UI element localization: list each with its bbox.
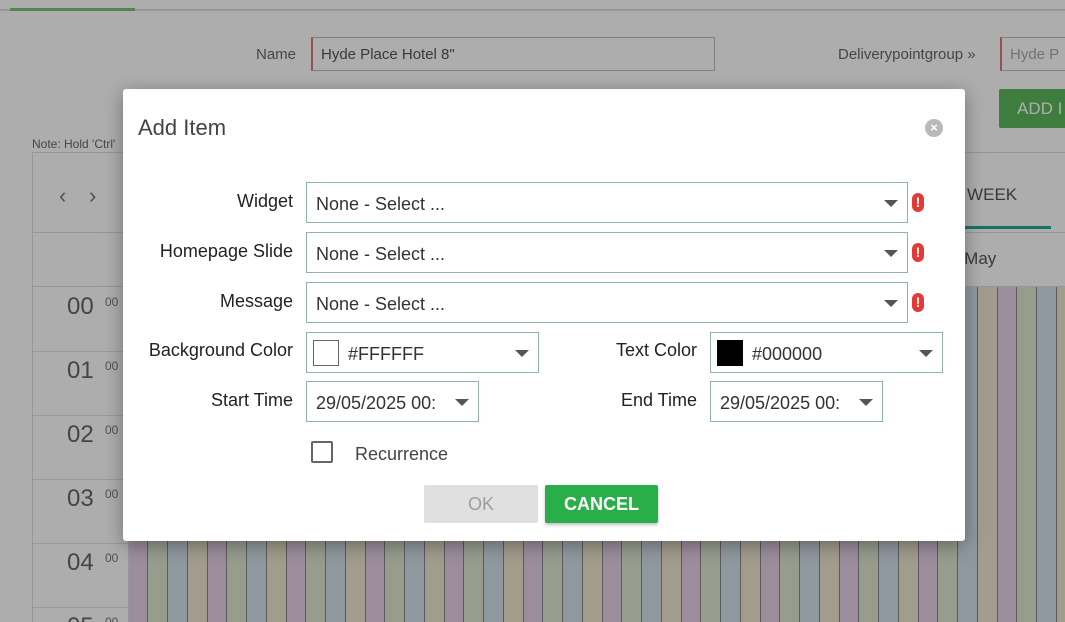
dialog-title: Add Item [138,115,227,140]
required-icon: ! [912,243,924,262]
chevron-down-icon [455,399,469,406]
chevron-down-icon [515,350,529,357]
add-item-dialog: Add Item × Widget None - Select ... ! Ho… [123,89,965,541]
start-time-picker[interactable]: 29/05/2025 00: [306,381,479,422]
chevron-down-icon [884,200,898,207]
required-icon: ! [912,293,924,312]
widget-select[interactable]: None - Select ... [306,182,908,223]
homepage-slide-select-value: None - Select ... [316,244,446,264]
text-color-picker[interactable]: #000000 [710,332,943,373]
background-color-picker[interactable]: #FFFFFF [306,332,539,373]
background-color-value: #FFFFFF [348,344,424,364]
message-label: Message [219,291,293,311]
chevron-down-icon [884,250,898,257]
required-icon: ! [912,193,924,212]
close-icon[interactable]: × [925,119,943,137]
background-color-label: Background Color [148,340,293,360]
ok-button[interactable]: OK [424,485,538,523]
chevron-down-icon [919,350,933,357]
end-time-picker[interactable]: 29/05/2025 00: [710,381,883,422]
chevron-down-icon [884,300,898,307]
text-color-swatch [717,340,743,366]
cancel-button[interactable]: CANCEL [545,485,658,523]
end-time-value: 29/05/2025 00: [720,393,841,413]
message-select-value: None - Select ... [316,294,446,314]
homepage-slide-select[interactable]: None - Select ... [306,232,908,273]
text-color-value: #000000 [752,344,823,364]
recurrence-label[interactable]: Recurrence [355,444,448,465]
widget-select-value: None - Select ... [316,194,446,214]
end-time-label: End Time [620,390,697,410]
text-color-label: Text Color [615,340,697,360]
message-select[interactable]: None - Select ... [306,282,908,323]
start-time-value: 29/05/2025 00: [316,393,437,413]
start-time-label: Start Time [210,390,293,410]
chevron-down-icon [859,399,873,406]
widget-label: Widget [236,191,293,211]
homepage-slide-label: Homepage Slide [159,241,293,261]
recurrence-checkbox[interactable] [311,441,333,463]
background-color-swatch [313,340,339,366]
